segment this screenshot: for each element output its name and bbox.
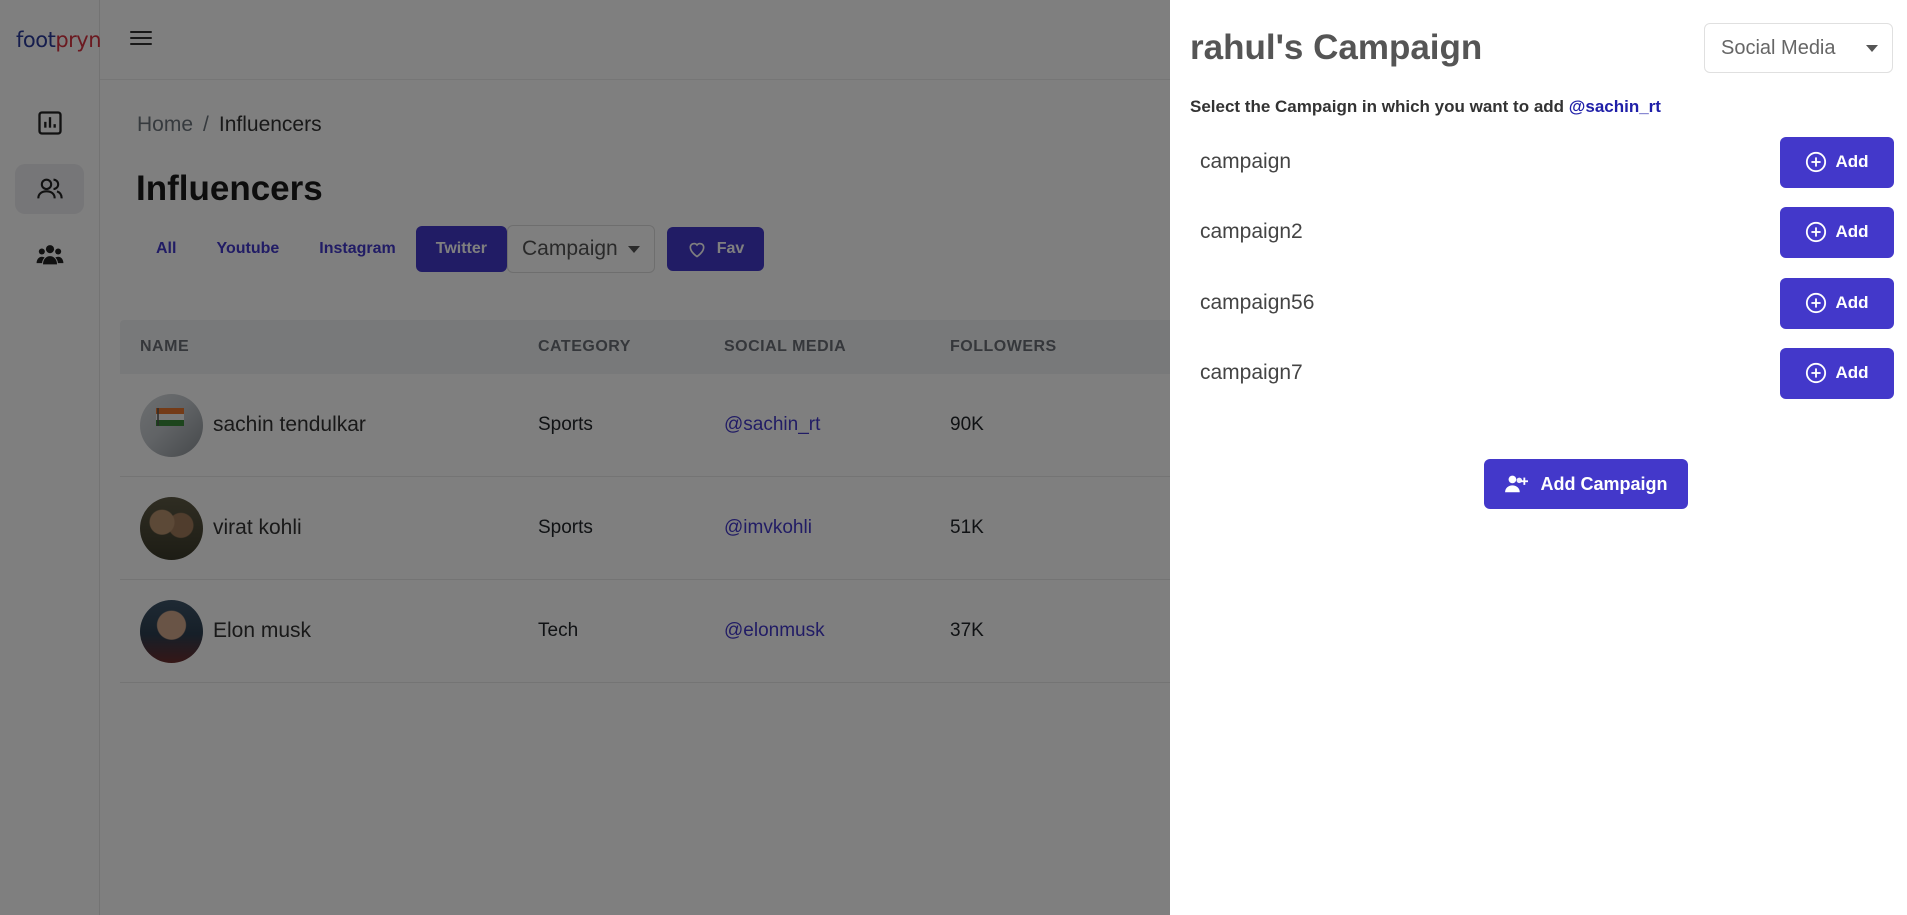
add-to-campaign-button[interactable]: Add [1780,136,1894,188]
campaign-name: campaign [1200,150,1292,173]
drawer-title: rahul's Campaign [1190,28,1483,67]
add-to-campaign-button[interactable]: Add [1780,347,1894,399]
social-media-select[interactable]: Social Media [1704,23,1893,73]
chevron-down-icon [1866,44,1878,52]
add-to-campaign-button[interactable]: Add [1780,277,1894,329]
campaign-name: campaign56 [1200,291,1315,314]
campaign-name: campaign2 [1200,220,1303,243]
campaign-drawer: rahul's Campaign Social Media Select the… [1170,0,1907,915]
social-media-select-label: Social Media [1721,36,1836,59]
add-campaign-label: Add Campaign [1540,473,1668,494]
plus-circle-icon [1806,221,1827,243]
instruction-handle: @sachin_rt [1568,97,1661,116]
add-campaign-button[interactable]: Add Campaign [1484,459,1688,509]
campaign-row: campaign56 Add [1190,277,1894,329]
instruction-prefix: Select the Campaign in which you want to… [1190,97,1565,116]
instruction-text: Select the Campaign in which you want to… [1190,97,1661,117]
plus-circle-icon [1806,151,1827,173]
add-button-label: Add [1835,152,1869,171]
add-button-label: Add [1835,293,1869,312]
campaign-row: campaign Add [1190,136,1894,188]
add-to-campaign-button[interactable]: Add [1780,206,1894,258]
campaign-row: campaign7 Add [1190,347,1894,399]
user-plus-icon [1505,475,1529,493]
campaign-name: campaign7 [1200,361,1303,384]
add-button-label: Add [1835,363,1869,382]
add-button-label: Add [1835,222,1869,241]
plus-circle-icon [1806,292,1827,314]
plus-circle-icon [1806,362,1827,384]
campaign-row: campaign2 Add [1190,206,1894,258]
